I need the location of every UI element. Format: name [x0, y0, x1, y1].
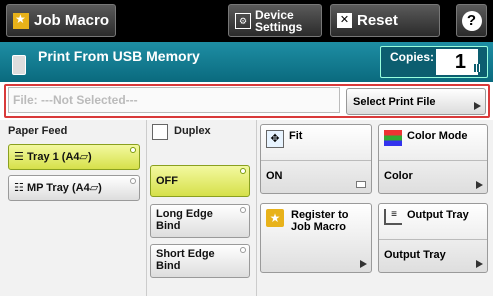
toggle-indicator-icon: [356, 181, 366, 188]
tray1-label: Tray 1 (A4▱): [26, 151, 92, 163]
fit-icon: ✥: [266, 130, 284, 148]
fit-value: ON: [266, 170, 283, 182]
radio-indicator: [240, 247, 246, 253]
fit-button[interactable]: ✥ Fit ON: [260, 124, 372, 194]
job-macro-label: Job Macro: [34, 12, 110, 29]
color-mode-title: Color Mode: [407, 130, 468, 142]
star-folder-icon: ★: [13, 12, 29, 29]
divider: [379, 160, 487, 161]
select-print-file-button[interactable]: Select Print File: [346, 88, 486, 115]
mp-tray-option[interactable]: ☷ MP Tray (A4▱): [8, 175, 140, 201]
divider: [261, 160, 371, 161]
tray1-option[interactable]: ☰ Tray 1 (A4▱): [8, 144, 140, 170]
fit-title: Fit: [289, 130, 303, 142]
reset-icon: ✕: [337, 13, 352, 28]
reset-label: Reset: [357, 12, 398, 29]
output-tray-value: Output Tray: [384, 249, 446, 261]
radio-indicator: [130, 178, 136, 184]
reset-button[interactable]: ✕ Reset: [330, 4, 440, 37]
duplex-icon: [152, 124, 168, 140]
job-macro-button[interactable]: ★ Job Macro: [6, 4, 116, 37]
duplex-label: Duplex: [174, 125, 211, 137]
select-print-file-label: Select Print File: [353, 96, 436, 108]
arrow-right-icon: [360, 260, 367, 268]
register-job-macro-button[interactable]: ★ Register to Job Macro: [260, 203, 372, 273]
output-tray-title: Output Tray: [407, 209, 469, 221]
keypad-icon: [474, 64, 482, 72]
register-title-line1: Register to: [291, 209, 349, 221]
arrow-right-icon: [476, 260, 483, 268]
color-mode-icon: [384, 130, 402, 146]
duplex-long-edge-option[interactable]: Long Edge Bind: [150, 204, 250, 238]
output-tray-button[interactable]: ≡ Output Tray Output Tray: [378, 203, 488, 273]
usb-memory-icon: [12, 55, 26, 75]
arrow-right-icon: [474, 102, 481, 110]
help-icon: ?: [461, 10, 482, 31]
register-title-line2: Job Macro: [291, 221, 347, 233]
device-settings-icon: ⚙: [235, 12, 251, 29]
paper-feed-label: Paper Feed: [8, 125, 68, 137]
device-settings-label-line2: Settings: [255, 19, 303, 34]
radio-indicator: [240, 168, 246, 174]
duplex-short-edge-label: Short Edge Bind: [156, 248, 215, 272]
arrow-right-icon: [476, 181, 483, 189]
mp-tray-icon: ☷: [14, 182, 24, 194]
help-button[interactable]: ?: [456, 4, 487, 37]
copies-label: Copies:: [390, 50, 435, 64]
register-title: Register to Job Macro: [291, 209, 348, 233]
copies-value[interactable]: 1: [436, 49, 478, 75]
file-field: File: ---Not Selected---: [8, 87, 340, 113]
color-mode-value: Color: [384, 170, 413, 182]
divider: [256, 120, 257, 296]
register-star-icon: ★: [266, 209, 284, 227]
duplex-long-edge-label: Long Edge Bind: [156, 208, 213, 232]
divider: [146, 120, 147, 296]
duplex-off-option[interactable]: OFF: [150, 165, 250, 197]
duplex-off-label: OFF: [156, 175, 178, 187]
radio-indicator: [240, 207, 246, 213]
page-title: Print From USB Memory: [38, 48, 200, 64]
device-settings-button[interactable]: ⚙ Device Settings: [228, 4, 322, 37]
tray-icon: ☰: [14, 151, 24, 163]
divider: [379, 239, 487, 240]
top-toolbar: ★ Job Macro ⚙ Device Settings ✕ Reset ?: [0, 0, 493, 42]
color-mode-button[interactable]: Color Mode Color: [378, 124, 488, 194]
output-tray-icon: ≡: [384, 209, 402, 225]
device-settings-label-line1: Device: [255, 7, 294, 22]
duplex-short-edge-option[interactable]: Short Edge Bind: [150, 244, 250, 278]
mp-tray-label: MP Tray (A4▱): [26, 182, 102, 194]
radio-indicator: [130, 147, 136, 153]
